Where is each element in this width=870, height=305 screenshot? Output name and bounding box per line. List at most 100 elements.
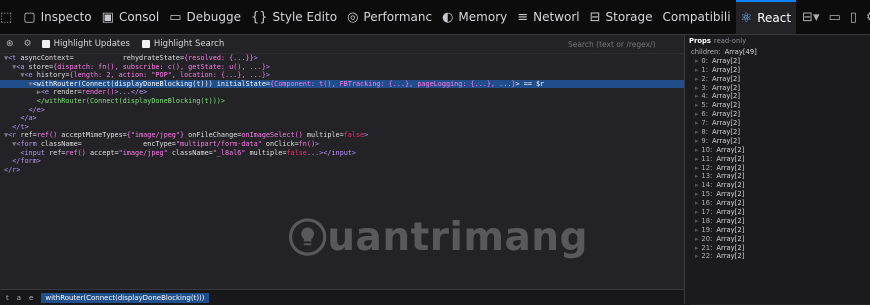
tree-row[interactable]: </t> xyxy=(0,123,684,132)
breadcrumb-item[interactable]: t xyxy=(6,294,9,302)
props-readonly-label: read-only xyxy=(713,37,747,45)
prop-item[interactable]: ▸ 14: Array[2] xyxy=(685,181,870,190)
gear-icon[interactable]: ⚙ xyxy=(24,39,32,49)
tree-token xyxy=(4,157,12,165)
prop-item[interactable]: ▸ 20: Array[2] xyxy=(685,235,870,244)
prop-item[interactable]: ▸ 4: Array[2] xyxy=(685,92,870,101)
prop-item[interactable]: ▸ 8: Array[2] xyxy=(685,128,870,137)
tab-debugger[interactable]: ▭ Debugge xyxy=(164,0,246,34)
tab-network[interactable]: ≡ Networl xyxy=(512,0,584,34)
prop-key: 13: xyxy=(701,172,713,181)
tree-token: multiple= xyxy=(302,131,344,140)
prop-key: 4: xyxy=(701,92,709,101)
tree-row[interactable]: </a> xyxy=(0,114,684,123)
element-picker-icon[interactable]: ⬚ xyxy=(0,10,12,25)
prop-item[interactable]: ▸ 9: Array[2] xyxy=(685,137,870,146)
highlight-search-checkbox[interactable] xyxy=(141,40,150,48)
prop-value: Array[2] xyxy=(712,74,740,83)
tree-token: ref() xyxy=(65,148,86,157)
highlight-updates-checkbox[interactable] xyxy=(41,40,50,48)
prop-item[interactable]: ▸ 11: Array[2] xyxy=(685,155,870,164)
prop-item[interactable]: ▸ 16: Array[2] xyxy=(685,199,870,208)
prop-item[interactable]: ▸ 19: Array[2] xyxy=(685,226,870,235)
tab-console[interactable]: ▣ Consol xyxy=(97,0,165,34)
expand-arrow-icon: ▸ xyxy=(695,163,699,172)
prop-key: 12: xyxy=(701,163,713,172)
expand-arrow-icon: ▸ xyxy=(695,225,699,234)
tree-token: encType= xyxy=(81,139,176,148)
target-icon[interactable]: ⊕ xyxy=(6,39,14,49)
prop-item[interactable]: ▸ 18: Array[2] xyxy=(685,217,870,226)
tree-token: multiple= xyxy=(245,148,287,157)
tree-row-selected[interactable]: ▼<withRouter(Connect(displayDoneBlocking… xyxy=(0,79,684,89)
braces-icon: {} xyxy=(250,9,268,25)
tree-row[interactable]: <input ref=ref() accept="image/jpeg" cla… xyxy=(0,149,684,158)
prop-item[interactable]: ▸ 5: Array[2] xyxy=(685,101,870,110)
prop-item[interactable]: ▸ 2: Array[2] xyxy=(685,75,870,84)
frames-icon[interactable]: ⊟▾ xyxy=(802,10,819,25)
breadcrumb-item[interactable]: e xyxy=(29,294,33,302)
tab-performance[interactable]: ◎ Performanc xyxy=(342,0,437,34)
props-title: Props xyxy=(689,37,711,45)
prop-item[interactable]: ▸ 1: Array[2] xyxy=(685,66,870,75)
tab-style-editor[interactable]: {} Style Edito xyxy=(246,0,342,34)
breadcrumb-item[interactable]: a xyxy=(17,294,21,302)
prop-value: Array[2] xyxy=(716,145,745,154)
tab-inspector[interactable]: ▢ Inspecto xyxy=(18,0,96,34)
prop-key: 0: xyxy=(701,56,709,65)
prop-key: 10: xyxy=(701,145,713,154)
tree-token: > xyxy=(265,71,271,80)
prop-children[interactable]: children: Array[49] xyxy=(685,48,870,57)
search-input[interactable] xyxy=(568,38,678,50)
tree-row[interactable]: </form> xyxy=(0,157,684,166)
tree-row[interactable]: ▼<t asyncContext= rehydrateState={resolv… xyxy=(0,54,684,63)
prop-item[interactable]: ▸ 12: Array[2] xyxy=(685,164,870,173)
tree-token: className= xyxy=(36,139,82,148)
expand-arrow-icon: ▸ xyxy=(695,145,699,154)
tree-row[interactable]: </r> xyxy=(0,166,684,175)
storage-icon: ⊟ xyxy=(589,9,601,25)
tab-label: Storage xyxy=(605,10,653,24)
tab-react[interactable]: ⚛ React xyxy=(735,0,797,34)
prop-key: 1: xyxy=(701,65,709,74)
tree-token: ▼ xyxy=(4,139,17,148)
tree-row[interactable]: </e> xyxy=(0,106,684,115)
expand-arrow-icon: ▸ xyxy=(695,128,699,137)
prop-item[interactable]: ▸ 13: Array[2] xyxy=(685,172,870,181)
tree-row[interactable]: ▼<form className= encType="multipart/for… xyxy=(0,140,684,149)
tree-row[interactable]: ▼<e history={length: 2, action: "POP", l… xyxy=(0,71,684,80)
tree-row[interactable]: ▼<r ref=ref() acceptMimeTypes={"image/jp… xyxy=(0,131,684,140)
split-console-icon[interactable]: ▭ xyxy=(828,10,840,25)
prop-item[interactable]: ▸ 6: Array[2] xyxy=(685,110,870,119)
tab-storage[interactable]: ⊟ Storage xyxy=(585,0,658,34)
expand-arrow-icon: ▸ xyxy=(695,172,699,181)
tree-token: </t> xyxy=(12,122,29,131)
tab-memory[interactable]: ◐ Memory xyxy=(437,0,512,34)
prop-item[interactable]: ▸ 0: Array[2] xyxy=(685,57,870,66)
tree-row[interactable]: ▶<e render=render()>...</e> xyxy=(0,88,684,97)
expand-arrow-icon: ▸ xyxy=(695,101,699,110)
tree-token: ref= xyxy=(16,131,37,140)
tab-compatibility[interactable]: Compatibili xyxy=(658,0,736,34)
prop-item[interactable]: ▸ 17: Array[2] xyxy=(685,208,870,217)
tree-token: <e xyxy=(40,88,50,97)
prop-item[interactable]: ▸ 15: Array[2] xyxy=(685,190,870,199)
tree-token: </withRouter(Connect(displayDoneBlocking… xyxy=(36,96,225,105)
prop-item[interactable]: ▸ 3: Array[2] xyxy=(685,84,870,93)
expand-arrow-icon: ▸ xyxy=(695,154,699,163)
prop-item[interactable]: ▸ 7: Array[2] xyxy=(685,119,870,128)
breadcrumb-current[interactable]: withRouter(Connect(displayDoneBlocking(t… xyxy=(41,292,209,303)
tree-row[interactable]: ▼<a store={dispatch: fn(), subscribe: c(… xyxy=(0,63,684,72)
prop-value: Array[2] xyxy=(712,56,740,65)
prop-value: Array[2] xyxy=(716,154,745,163)
prop-item[interactable]: ▸ 10: Array[2] xyxy=(685,146,870,155)
prop-item[interactable]: ▸ 21: Array[2] xyxy=(685,244,870,253)
tree-token: </r> xyxy=(4,165,21,174)
tree-token: "image/jpeg" xyxy=(118,148,168,157)
prop-item[interactable]: ▸ 22: Array[2] xyxy=(685,252,870,261)
settings-icon[interactable]: ⚙ xyxy=(866,10,870,25)
tree-token: </form> xyxy=(12,157,41,166)
tree-row[interactable]: </withRouter(Connect(displayDoneBlocking… xyxy=(0,97,684,106)
responsive-icon[interactable]: ▯ xyxy=(850,10,857,25)
prop-value: Array[2] xyxy=(716,172,745,181)
